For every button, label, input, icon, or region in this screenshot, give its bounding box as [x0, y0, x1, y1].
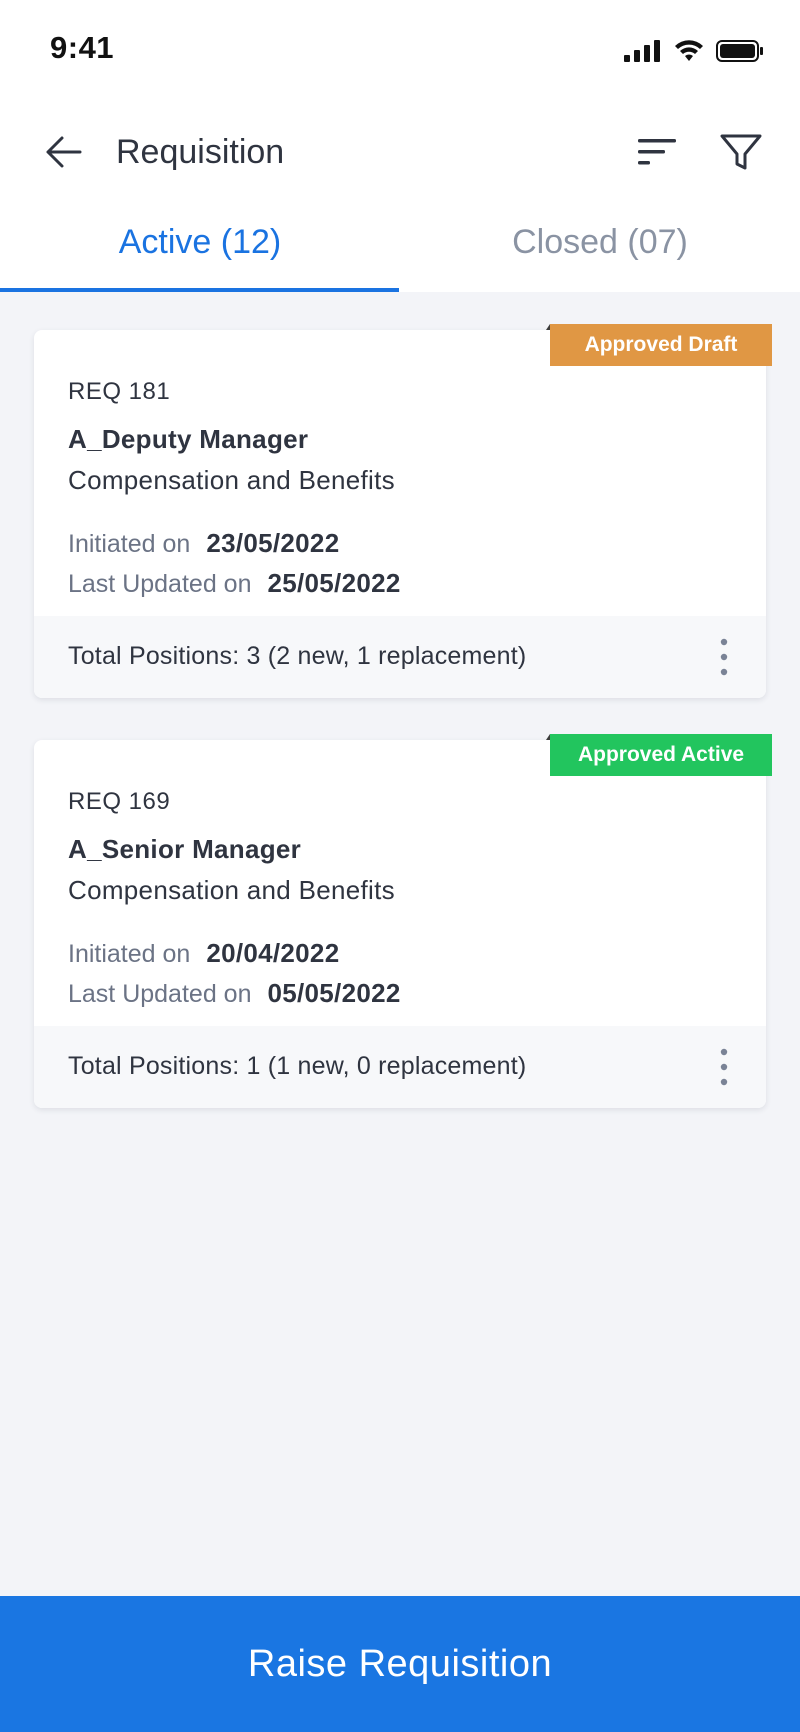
initiated-label: Initiated on	[68, 940, 191, 968]
last-updated-label: Last Updated on	[68, 570, 252, 598]
status-bar: 9:41	[0, 0, 800, 100]
back-button[interactable]	[40, 128, 88, 176]
requisition-card[interactable]: Approved Draft REQ 181 A_Deputy Manager …	[34, 324, 772, 698]
status-badge: Approved Draft	[546, 324, 772, 366]
requisition-department: Compensation and Benefits	[68, 875, 395, 905]
total-positions: Total Positions: 1 (1 new, 0 replacement…	[68, 1052, 527, 1080]
active-tab-indicator	[0, 288, 399, 292]
requisition-card[interactable]: Approved Active REQ 169 A_Senior Manager…	[34, 734, 772, 1108]
sort-button[interactable]	[634, 128, 682, 176]
card-footer: Total Positions: 1 (1 new, 0 replacement…	[34, 1026, 766, 1108]
initiated-row: Initiated on 20/04/2022	[68, 938, 339, 969]
status-icons	[624, 36, 764, 66]
battery-icon	[716, 40, 763, 62]
initiated-row: Initiated on 23/05/2022	[68, 528, 339, 559]
raise-requisition-button[interactable]: Raise Requisition	[0, 1596, 800, 1732]
requisition-role: A_Deputy Manager	[68, 424, 309, 454]
tab-closed[interactable]: Closed (07)	[400, 196, 800, 292]
wifi-icon	[675, 40, 703, 61]
filter-funnel-icon	[720, 134, 762, 170]
arrow-left-icon	[46, 136, 82, 168]
more-options-button[interactable]	[712, 1046, 736, 1088]
requisition-id: REQ 169	[68, 788, 171, 815]
initiated-date: 23/05/2022	[206, 528, 340, 558]
cellular-signal-icon	[624, 40, 660, 62]
app-header: Requisition Active (12) Closed (07)	[0, 100, 800, 292]
tab-active[interactable]: Active (12)	[0, 196, 400, 292]
last-updated-row: Last Updated on 05/05/2022	[68, 978, 401, 1009]
more-options-button[interactable]	[712, 636, 736, 678]
last-updated-date: 25/05/2022	[267, 568, 401, 598]
page-title: Requisition	[116, 133, 285, 171]
status-time: 9:41	[50, 30, 115, 65]
last-updated-label: Last Updated on	[68, 980, 252, 1008]
last-updated-date: 05/05/2022	[267, 978, 401, 1008]
requisition-role: A_Senior Manager	[68, 834, 302, 864]
tab-bar: Active (12) Closed (07)	[0, 196, 800, 292]
sort-lines-icon	[638, 139, 676, 165]
requisition-department: Compensation and Benefits	[68, 465, 395, 495]
more-vertical-icon	[720, 638, 728, 676]
status-badge: Approved Active	[546, 734, 772, 776]
filter-button[interactable]	[716, 126, 766, 176]
requisition-id: REQ 181	[68, 378, 171, 405]
card-footer: Total Positions: 3 (2 new, 1 replacement…	[34, 616, 766, 698]
total-positions: Total Positions: 3 (2 new, 1 replacement…	[68, 642, 527, 670]
initiated-label: Initiated on	[68, 530, 191, 558]
more-vertical-icon	[720, 1048, 728, 1086]
last-updated-row: Last Updated on 25/05/2022	[68, 568, 401, 599]
initiated-date: 20/04/2022	[206, 938, 340, 968]
